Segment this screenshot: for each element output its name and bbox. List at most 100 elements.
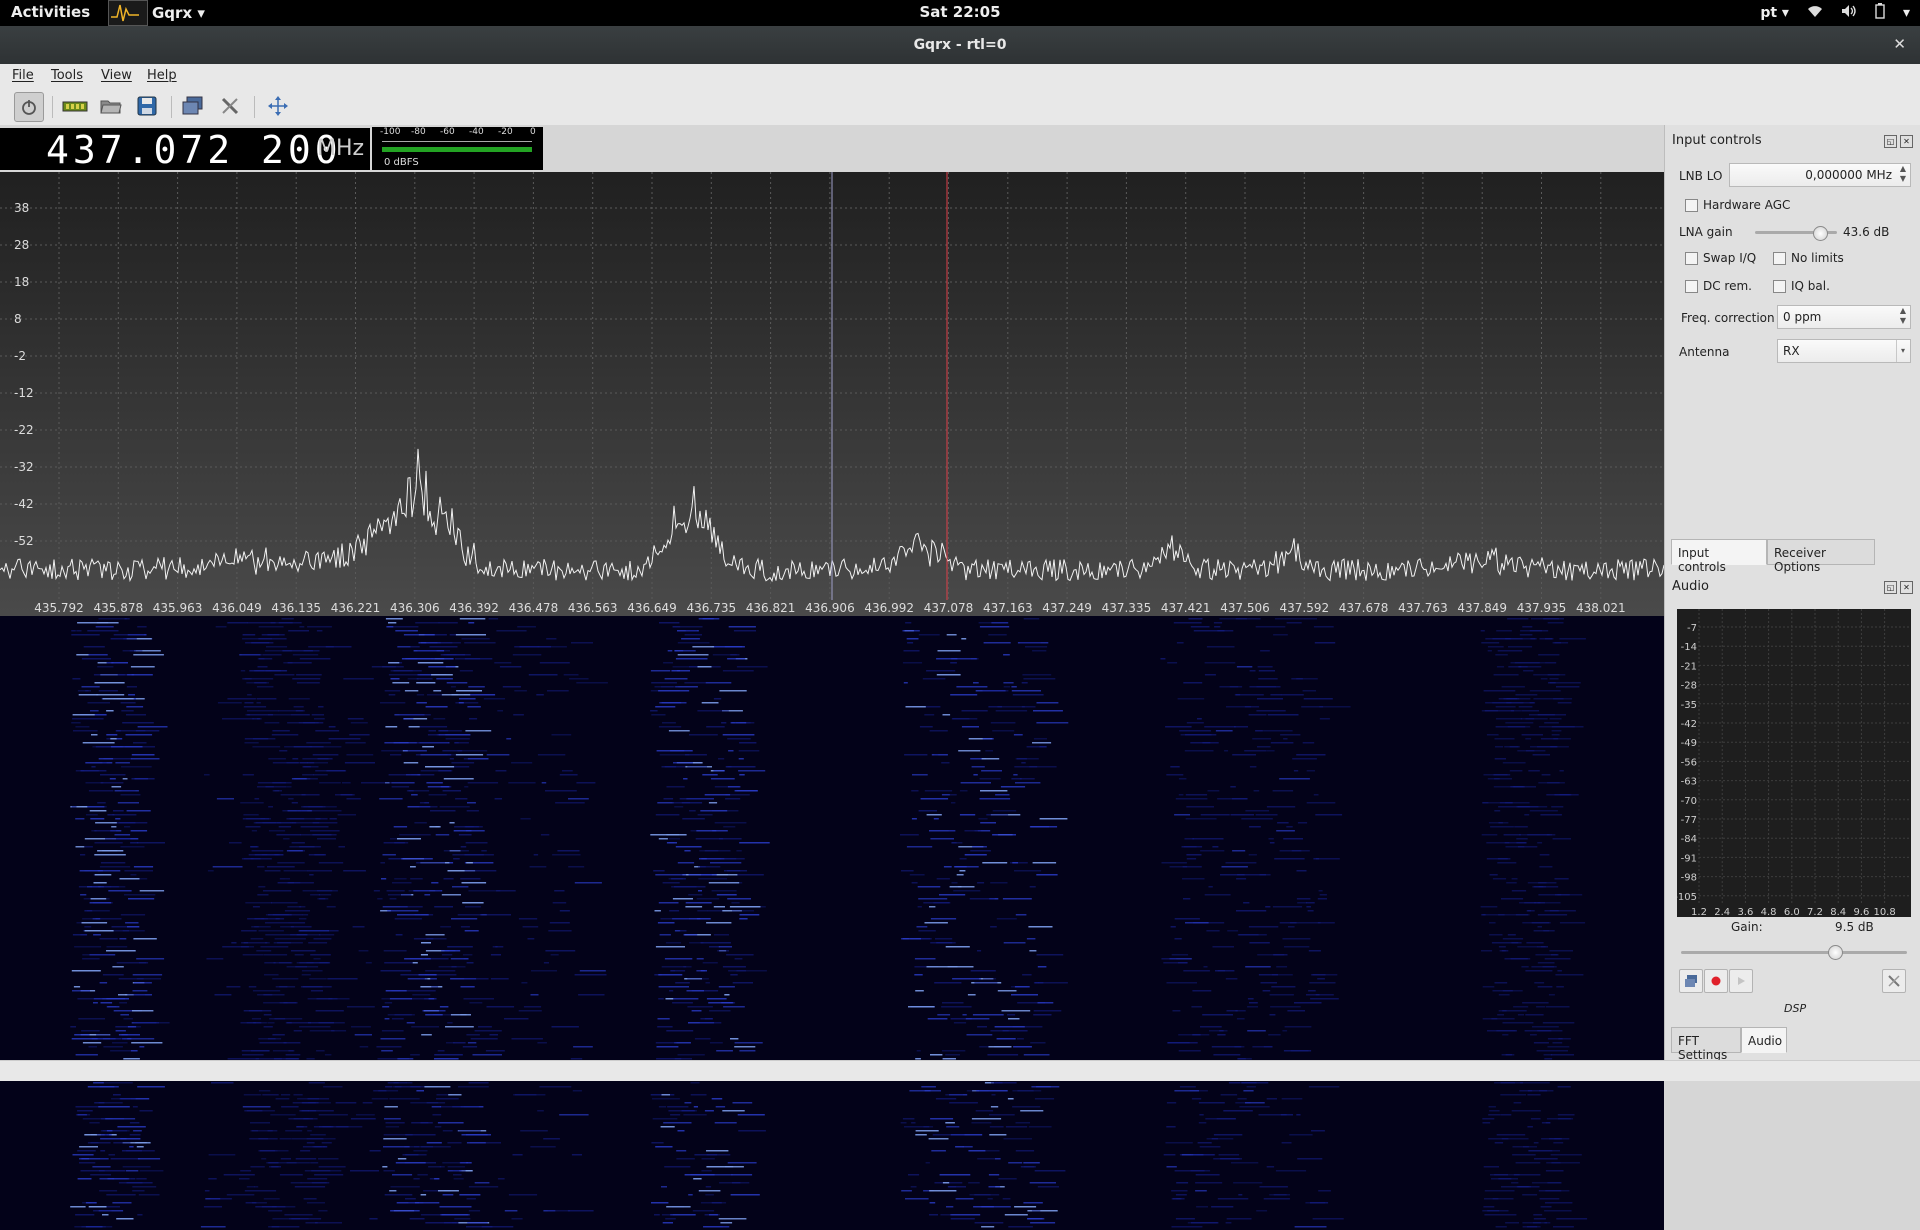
waterfall-streak [1177, 698, 1205, 700]
screenshot-icon [182, 96, 203, 115]
audio-settings-button[interactable] [1882, 969, 1906, 993]
menu-file[interactable]: File [12, 68, 34, 83]
antenna-select[interactable]: RX ▾ [1777, 339, 1911, 363]
configure-button[interactable] [216, 92, 244, 120]
lna-gain-slider-handle[interactable] [1813, 226, 1828, 241]
waterfall-streak [310, 990, 323, 992]
io-devices-button[interactable] [61, 92, 89, 120]
waterfall-streak [988, 634, 1007, 636]
activities-button[interactable]: Activities [11, 3, 90, 21]
audio-gain-slider[interactable] [1681, 951, 1907, 954]
spectrum-plot[interactable]: 3828188-2-12-22-32-42-52 435.792 435.878 4… [0, 172, 1664, 616]
hardware-agc-checkbox[interactable] [1685, 199, 1698, 212]
waterfall-streak [291, 1138, 324, 1140]
dock-float-icon[interactable]: ◱ [1884, 135, 1897, 148]
audio-play-button[interactable] [1729, 969, 1753, 993]
waterfall-streak [400, 974, 418, 976]
tab-input-controls[interactable]: Input controls [1671, 539, 1767, 574]
audio-fft-plot[interactable]: -7-14-21-28-35-42-49-56-63-70-77-84-91-9… [1677, 609, 1911, 917]
waterfall-streak [1225, 978, 1238, 980]
dock-close-icon[interactable]: ✕ [1900, 581, 1913, 594]
waterfall-streak [1537, 714, 1566, 716]
audio-stream-button[interactable] [1679, 969, 1703, 993]
auto-range-button[interactable] [264, 92, 292, 120]
dock-window-buttons[interactable]: ◱ ✕ [1884, 135, 1913, 148]
dc-rem-checkbox[interactable] [1685, 280, 1698, 293]
waterfall-streak [242, 1106, 271, 1108]
waterfall-streak [426, 1142, 442, 1144]
signal-meter: -100 -80 -60 -40 -20 0 0 dBFS [372, 127, 543, 170]
start-dsp-button[interactable] [14, 92, 44, 122]
spin-arrows-icon[interactable]: ▲ ▼ [1897, 306, 1909, 328]
waterfall-streak [308, 646, 334, 648]
waterfall-streak [1266, 1166, 1275, 1168]
waterfall-streak [283, 838, 290, 840]
dock-close-icon[interactable]: ✕ [1900, 135, 1913, 148]
frequency-value[interactable]: 437.072 200 [46, 128, 342, 172]
tab-fft-settings[interactable]: FFT Settings [1671, 1027, 1741, 1062]
waterfall-streak [1302, 742, 1315, 744]
dock-window-buttons[interactable]: ◱ ✕ [1884, 581, 1913, 594]
clock[interactable]: Sat 22:05 [0, 3, 1920, 21]
window-close-icon[interactable]: ✕ [1893, 35, 1906, 53]
waterfall-streak [736, 850, 742, 852]
waterfall-streak [731, 1174, 753, 1176]
lnb-lo-spinbox[interactable]: 0,000000 MHz ▲ ▼ [1729, 163, 1911, 187]
waterfall-streak [1259, 1186, 1288, 1188]
waterfall-streak [139, 890, 165, 892]
waterfall-streak [393, 670, 422, 672]
plot-area[interactable]: 38 28 18 8 -2 -12 -22 -32 -42 -52 435.792 435.878 4… [0, 172, 1664, 1230]
waterfall-streak [667, 1106, 689, 1108]
waterfall-streak [671, 998, 699, 1000]
waterfall-streak [460, 878, 481, 880]
iq-bal-checkbox[interactable] [1773, 280, 1786, 293]
spectrum-x-tick: 436.906 [805, 601, 855, 615]
tab-audio[interactable]: Audio [1741, 1027, 1787, 1053]
screenshot-button[interactable] [179, 92, 207, 120]
waterfall-streak [706, 858, 737, 860]
waterfall-streak [279, 1002, 297, 1004]
spin-arrows-icon[interactable]: ▲ ▼ [1897, 164, 1909, 186]
dock-float-icon[interactable]: ◱ [1884, 581, 1897, 594]
waterfall-streak [1013, 734, 1023, 736]
waterfall-plot[interactable] [0, 616, 1664, 1230]
waterfall-streak [511, 1038, 543, 1040]
tab-receiver-options[interactable]: Receiver Options [1767, 539, 1875, 574]
waterfall-streak [669, 910, 680, 912]
audio-gain-slider-handle[interactable] [1828, 945, 1843, 960]
waterfall-streak [945, 1054, 960, 1056]
freq-correction-spinbox[interactable]: 0 ppm ▲ ▼ [1777, 305, 1911, 329]
waterfall-streak [918, 810, 937, 812]
menu-tools[interactable]: Tools [51, 68, 83, 83]
waterfall-streak [1534, 982, 1545, 984]
waterfall-streak [1249, 942, 1270, 944]
app-menu[interactable]: Gqrx ▾ [108, 0, 205, 26]
waterfall-streak [929, 1202, 936, 1204]
meter-tick: -20 [498, 127, 513, 137]
waterfall-streak [1482, 802, 1489, 804]
waterfall-streak [292, 758, 299, 760]
menu-help[interactable]: Help [147, 68, 177, 83]
swap-iq-checkbox[interactable] [1685, 252, 1698, 265]
waterfall-streak [536, 694, 544, 696]
audio-record-button[interactable] [1704, 969, 1728, 993]
no-limits-checkbox[interactable] [1773, 252, 1786, 265]
load-settings-button[interactable] [97, 92, 125, 120]
waterfall-streak [1529, 690, 1561, 692]
frequency-display[interactable]: 437.072 200 MHz [0, 128, 370, 172]
waterfall-streak [1209, 1030, 1228, 1032]
menu-view[interactable]: View [101, 68, 132, 83]
waterfall-streak [415, 622, 440, 624]
waterfall-streak [313, 958, 321, 960]
waterfall-streak [384, 962, 415, 964]
waterfall-streak [1537, 1030, 1563, 1032]
save-settings-button[interactable] [133, 92, 161, 120]
waterfall-streak [318, 894, 332, 896]
language-indicator[interactable]: pt ▾ [1760, 5, 1789, 21]
waterfall-streak [1559, 770, 1564, 772]
system-status-area[interactable]: pt ▾ ▾ [1760, 3, 1910, 23]
waterfall-streak [662, 882, 680, 884]
waterfall-streak [408, 890, 430, 892]
waterfall-streak [420, 754, 452, 756]
waterfall-streak [1197, 1142, 1212, 1144]
